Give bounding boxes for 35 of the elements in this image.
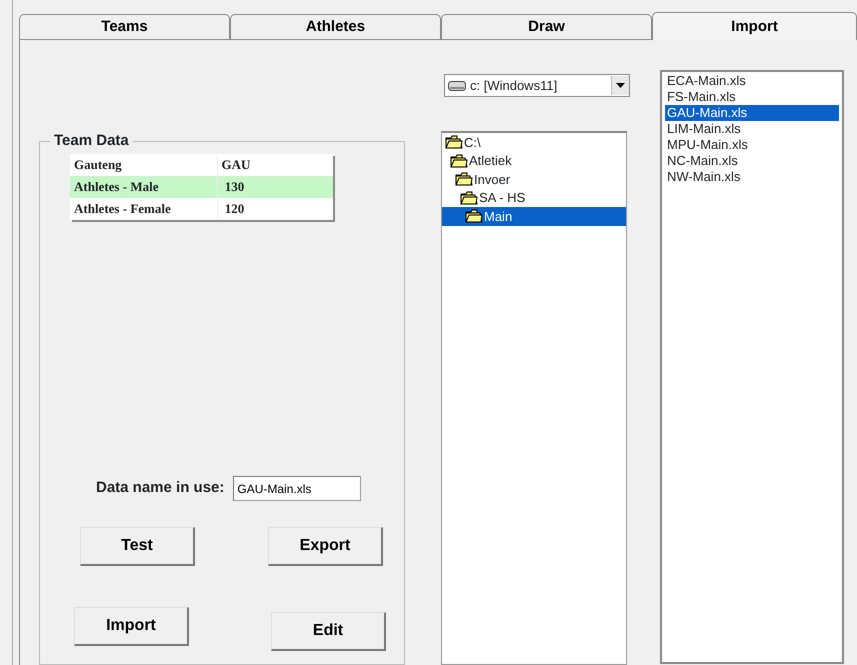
folder-item[interactable]: Atletiek: [442, 152, 626, 170]
folder-icon: [465, 209, 483, 224]
folder-item[interactable]: Invoer: [442, 170, 626, 188]
table-cell: GAU: [217, 154, 333, 176]
folder-icon: [455, 172, 473, 186]
folder-icon: [450, 154, 468, 168]
button[interactable]: Export: [268, 527, 383, 566]
file-item[interactable]: ECA-Main.xls: [665, 73, 839, 89]
folder-item[interactable]: C:\: [442, 133, 626, 152]
drive-value: c: [Windows11]: [470, 76, 558, 95]
tab[interactable]: Teams: [19, 14, 230, 40]
file-item[interactable]: NW-Main.xls: [665, 169, 839, 185]
table-cell: 120: [217, 198, 333, 220]
folder-icon: [460, 190, 478, 205]
file-item[interactable]: NC-Main.xls: [665, 153, 839, 169]
tab[interactable]: Draw: [441, 14, 652, 40]
folder-icon: [445, 135, 463, 150]
data-name-label: Data name in use:: [96, 478, 224, 498]
file-item[interactable]: FS-Main.xls: [665, 89, 839, 105]
button[interactable]: Import: [74, 607, 189, 646]
file-item[interactable]: LIM-Main.xls: [665, 121, 839, 137]
button[interactable]: Edit: [271, 612, 386, 651]
table-cell: Athletes - Female: [70, 198, 217, 220]
table-cell: 130: [217, 176, 333, 198]
drive-icon: [448, 80, 466, 90]
button[interactable]: Test: [80, 527, 195, 566]
tab[interactable]: Athletes: [230, 14, 441, 40]
tab[interactable]: Import: [652, 12, 857, 40]
file-item[interactable]: GAU-Main.xls: [665, 105, 839, 121]
folder-item[interactable]: SA - HS: [442, 188, 626, 207]
drive-dropdown[interactable]: c: [Windows11]: [444, 74, 630, 97]
file-item[interactable]: MPU-Main.xls: [665, 137, 839, 153]
data-name-field[interactable]: GAU-Main.xls: [233, 476, 362, 501]
folder-item[interactable]: Main: [442, 207, 626, 226]
table-cell: Athletes - Male: [70, 176, 217, 198]
